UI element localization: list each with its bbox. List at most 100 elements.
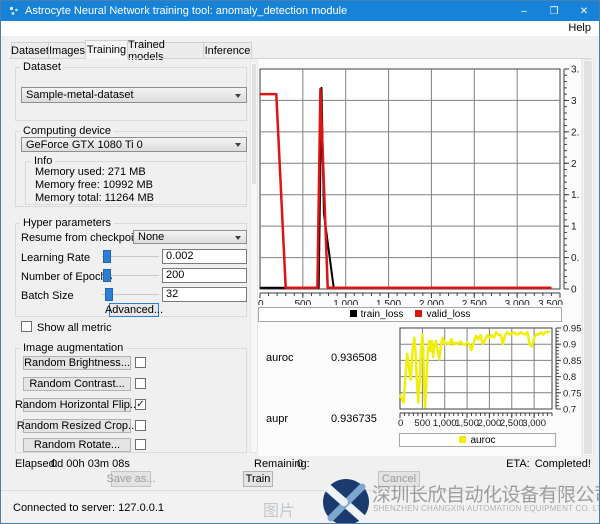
- window-title: Astrocyte Neural Network training tool: …: [25, 5, 347, 17]
- svg-text:2,500: 2,500: [462, 299, 487, 305]
- svg-text:0.9: 0.9: [563, 340, 576, 351]
- legend-swatch-icon: [350, 310, 357, 317]
- maximize-button[interactable]: ❐: [539, 1, 569, 21]
- random-contrast-checkbox[interactable]: [135, 378, 146, 389]
- batch-size-slider[interactable]: [102, 288, 159, 301]
- left-panel-scrollbar[interactable]: [250, 61, 258, 453]
- svg-text:2,000: 2,000: [419, 299, 444, 305]
- svg-text:2: 2: [571, 159, 577, 170]
- svg-text:3,000: 3,000: [522, 418, 546, 429]
- svg-text:3,000: 3,000: [505, 299, 530, 305]
- random-horizontal-flip-button[interactable]: Random Horizontal Flip...: [23, 398, 131, 412]
- hyper-parameters-group-label: Hyper parameters: [20, 217, 114, 229]
- svg-text:1,000: 1,000: [333, 299, 358, 305]
- info-group-label: Info: [31, 155, 55, 167]
- svg-text:0.75: 0.75: [563, 388, 581, 399]
- left-scrollbar-thumb[interactable]: [252, 64, 256, 184]
- svg-text:2,500: 2,500: [500, 418, 524, 429]
- menu-bar: Help: [1, 21, 599, 36]
- random-brightness-checkbox[interactable]: [135, 357, 146, 368]
- slider-thumb[interactable]: [103, 269, 111, 282]
- epochs-label: Number of Epochs: [21, 271, 112, 283]
- remaining-value: 0: [297, 458, 303, 470]
- svg-text:0.8: 0.8: [563, 372, 576, 383]
- resume-checkpoint-selected: None: [138, 231, 164, 243]
- legend-item: auroc: [459, 435, 495, 446]
- random-contrast-button[interactable]: Random Contrast...: [23, 377, 131, 391]
- random-brightness-button[interactable]: Random Brightness...: [23, 356, 131, 370]
- svg-text:1: 1: [571, 222, 577, 233]
- svg-text:3.5: 3.5: [571, 65, 580, 76]
- learning-rate-label: Learning Rate: [21, 252, 90, 264]
- tab-inference[interactable]: Inference: [203, 42, 252, 59]
- tab-trained-models[interactable]: Trained models: [127, 42, 204, 59]
- epochs-field[interactable]: 200: [162, 268, 247, 283]
- random-horizontal-flip-checkbox[interactable]: ✓: [135, 399, 146, 410]
- status-text: Connected to server: 127.0.0.1: [13, 502, 164, 514]
- svg-text:0: 0: [398, 418, 403, 429]
- eta-group: ETA: Completed!: [506, 458, 591, 470]
- watermark-ghost-text: 图片: [263, 497, 295, 521]
- batch-size-field[interactable]: 32: [162, 287, 247, 302]
- computing-device-selected: GeForce GTX 1080 Ti 0: [26, 139, 143, 151]
- tab-dataset[interactable]: Dataset: [11, 42, 49, 59]
- legend-item: train_loss: [350, 309, 404, 320]
- svg-text:1,500: 1,500: [376, 299, 401, 305]
- random-resized-crop-button[interactable]: Random Resized Crop...: [23, 419, 131, 433]
- menu-help[interactable]: Help: [568, 22, 591, 34]
- svg-text:0.7: 0.7: [563, 405, 576, 416]
- auroc-metric-value: 0.936508: [331, 352, 377, 364]
- right-scrollbar-thumb[interactable]: [584, 61, 592, 454]
- minimize-button[interactable]: –: [509, 1, 539, 21]
- learning-rate-slider[interactable]: [102, 250, 159, 263]
- memory-free-text: Memory free: 10992 MB: [35, 179, 153, 191]
- close-button[interactable]: ✕: [569, 1, 599, 21]
- memory-total-text: Memory total: 11264 MB: [35, 192, 154, 204]
- right-panel-scrollbar[interactable]: [582, 59, 594, 456]
- legend-swatch-icon: [415, 310, 422, 317]
- save-as-button[interactable]: Save as...: [111, 471, 151, 487]
- svg-text:3,500: 3,500: [538, 299, 563, 305]
- show-all-metric-checkbox[interactable]: [21, 321, 32, 332]
- chevron-down-icon: [235, 94, 241, 98]
- elapsed-value: 0d 00h 03m 08s: [51, 458, 130, 470]
- loss-chart: 05001,0001,5002,0002,5003,0003,50000.511…: [258, 61, 580, 305]
- slider-thumb[interactable]: [105, 288, 113, 301]
- title-bar: Astrocyte Neural Network training tool: …: [1, 1, 599, 21]
- advanced-button[interactable]: Advanced...: [109, 303, 159, 317]
- batch-size-label: Batch Size: [21, 290, 74, 302]
- svg-text:0: 0: [258, 299, 264, 305]
- aupr-metric-value: 0.936735: [331, 413, 377, 425]
- svg-text:500: 500: [295, 299, 312, 305]
- svg-text:1.5: 1.5: [571, 190, 580, 201]
- computing-device-group-label: Computing device: [20, 125, 114, 137]
- svg-text:1,500: 1,500: [455, 418, 479, 429]
- watermark-company-cn: 深圳长欣自动化设备有限公司: [372, 480, 600, 507]
- auroc-metric-label: auroc: [266, 352, 294, 364]
- epochs-slider[interactable]: [102, 269, 159, 282]
- auroc-chart-legend: auroc: [399, 433, 556, 447]
- svg-text:0.5: 0.5: [571, 253, 580, 264]
- dataset-combobox[interactable]: Sample-metal-dataset: [21, 87, 247, 103]
- random-rotate-button[interactable]: Random Rotate...: [23, 438, 131, 452]
- resume-checkpoint-combobox[interactable]: None: [133, 230, 247, 244]
- watermark-company-en: SHENZHEN CHANGXIN AUTOMATION EQUIPMENT C…: [373, 504, 600, 513]
- svg-text:500: 500: [414, 418, 430, 429]
- show-all-metric-label: Show all metric: [37, 322, 112, 334]
- tab-training[interactable]: Training: [85, 40, 128, 59]
- legend-item: valid_loss: [415, 309, 470, 320]
- learning-rate-field[interactable]: 0.002: [162, 249, 247, 264]
- chevron-down-icon: [235, 236, 241, 240]
- computing-device-combobox[interactable]: GeForce GTX 1080 Ti 0: [21, 137, 247, 152]
- random-rotate-checkbox[interactable]: [135, 439, 146, 450]
- slider-thumb[interactable]: [103, 250, 111, 263]
- memory-used-text: Memory used: 271 MB: [35, 166, 146, 178]
- random-resized-crop-checkbox[interactable]: [135, 420, 146, 431]
- svg-text:1,000: 1,000: [433, 418, 457, 429]
- dataset-group-label: Dataset: [20, 61, 64, 73]
- train-button[interactable]: Train: [243, 471, 273, 487]
- resume-checkpoint-label: Resume from checkpoint:: [21, 232, 146, 244]
- auroc-chart: 05001,0001,5002,0002,5003,0000.70.750.80…: [395, 321, 581, 431]
- tab-images[interactable]: Images: [48, 42, 86, 59]
- svg-text:0.85: 0.85: [563, 356, 581, 367]
